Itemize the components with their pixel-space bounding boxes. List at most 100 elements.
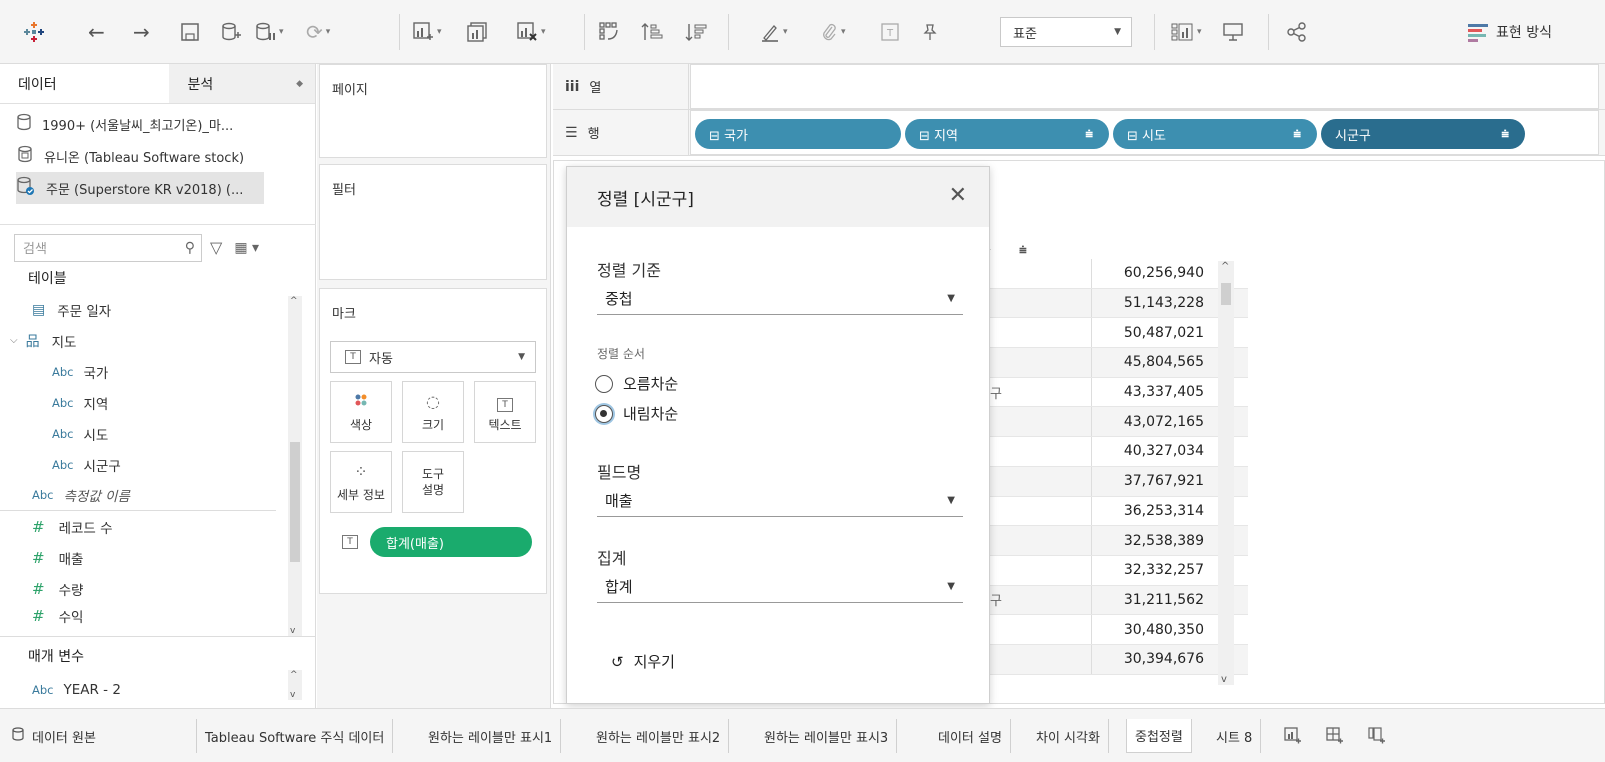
search-input[interactable]: 검색 ⚲ (14, 233, 202, 262)
new-worksheet-icon[interactable]: ▾ (412, 16, 442, 48)
scroll-down-icon[interactable]: v (290, 626, 295, 636)
clear-button[interactable]: ↺ 지우기 (611, 651, 675, 672)
new-dashboard-icon[interactable] (1326, 727, 1344, 749)
table-row[interactable]: 구 30,394,676 (972, 644, 1248, 675)
sort-descending-icon[interactable] (684, 16, 708, 48)
fields-scrollbar[interactable]: ^ v (288, 296, 302, 636)
filters-card[interactable]: 필터 (319, 164, 547, 280)
row-pill-country[interactable]: ⊟ 국가 (695, 119, 901, 149)
table-row[interactable]: 구 32,332,257 (972, 555, 1248, 586)
datasource-item[interactable]: 유니온 (Tableau Software stock) (0, 140, 315, 172)
back-arrow-icon[interactable]: ← (88, 16, 105, 48)
sheet-tab[interactable]: 차이 시각화 (1028, 719, 1109, 753)
sheet-tab-active[interactable]: 중첩정렬 (1126, 719, 1192, 753)
rows-drop-area[interactable]: ⊟ 국가 ⊟ 지역 ⩧ ⊟ 시도 ⩧ 시군구 ⩧ (690, 110, 1599, 155)
field-name-select[interactable]: 매출 ▼ (597, 485, 963, 517)
save-icon[interactable] (180, 16, 200, 48)
scroll-thumb[interactable] (290, 442, 300, 562)
columns-drop-area[interactable] (690, 64, 1599, 109)
scroll-down-icon[interactable]: v (1221, 674, 1227, 685)
highlight-pen-icon[interactable]: ▾ (760, 16, 788, 48)
sheet-tab[interactable]: 시트 8 (1208, 719, 1262, 753)
field-country[interactable]: Abc 국가 (0, 356, 290, 387)
table-row[interactable]: 문구 43,337,405 (972, 377, 1248, 408)
table-row[interactable]: 구 30,480,350 (972, 615, 1248, 645)
row-pill-province[interactable]: ⊟ 시도 ⩧ (1113, 119, 1317, 149)
new-story-icon[interactable] (1368, 727, 1386, 749)
field-sales[interactable]: # 매출 (0, 542, 290, 573)
table-row[interactable]: 구 40,327,034 (972, 437, 1248, 467)
descending-radio[interactable]: 내림차순 (595, 403, 678, 424)
table-row[interactable]: 구 50,487,021 (972, 318, 1248, 349)
pages-card[interactable]: 페이지 (319, 64, 547, 158)
sheet-tab[interactable]: 원하는 레이블만 표시1 (420, 719, 562, 753)
show-me-button[interactable]: 표현 방식 (1468, 18, 1552, 46)
aggregation-select[interactable]: 합계 ▼ (597, 571, 963, 603)
field-district[interactable]: Abc 시군구 (0, 449, 290, 480)
sort-header-icon[interactable]: ⩧ (1019, 243, 1027, 258)
field-profit[interactable]: # 수익 (0, 604, 290, 628)
scroll-thumb[interactable] (1221, 283, 1231, 305)
field-order-date[interactable]: ▤ 주문 일자 (0, 294, 290, 325)
refresh-icon[interactable]: ⟳ ▾ (306, 16, 330, 48)
close-icon[interactable]: ✕ (949, 183, 967, 208)
detail-button[interactable]: ⁘ 세부 정보 (330, 451, 392, 513)
group-paperclip-icon[interactable]: ▾ (820, 16, 846, 48)
parameter-year[interactable]: Abc YEAR - 2 (32, 674, 121, 705)
sheet-tab[interactable]: 원하는 레이블만 표시2 (588, 719, 730, 753)
show-labels-icon[interactable]: T (880, 16, 900, 48)
text-button[interactable]: T 텍스트 (474, 381, 536, 443)
pin-icon[interactable] (920, 16, 940, 48)
duplicate-sheet-icon[interactable] (466, 16, 488, 48)
new-datasource-icon[interactable] (220, 16, 242, 48)
share-icon[interactable] (1286, 16, 1308, 48)
tooltip-button[interactable]: 도구 설명 (402, 451, 464, 513)
swap-rows-columns-icon[interactable] (598, 16, 622, 48)
sheet-tab[interactable]: Tableau Software 주식 데이터 (196, 719, 394, 753)
field-region[interactable]: Abc 지역 (0, 387, 290, 418)
presentation-mode-icon[interactable] (1222, 16, 1244, 48)
forward-arrow-icon[interactable]: → (133, 16, 150, 48)
row-pill-region[interactable]: ⊟ 지역 ⩧ (905, 119, 1109, 149)
sort-ascending-icon[interactable] (640, 16, 664, 48)
table-row[interactable]: 구 45,804,565 (972, 348, 1248, 378)
tab-analytics[interactable]: 분석 ◆ (169, 64, 315, 103)
pause-datasource-icon[interactable]: ▾ (254, 16, 284, 48)
sheet-tab[interactable]: 데이터 설명 (930, 719, 1011, 753)
field-province[interactable]: Abc 시도 (0, 418, 290, 449)
scroll-up-icon[interactable]: ^ (290, 296, 298, 306)
tableau-logo-icon[interactable] (22, 16, 46, 48)
table-row[interactable]: 문구 31,211,562 (972, 585, 1248, 616)
table-scrollbar[interactable]: ^ v (1218, 261, 1234, 685)
view-options-icon[interactable]: ▦ ▾ (234, 240, 259, 256)
tab-data[interactable]: 데이터 (0, 64, 169, 103)
size-button[interactable]: ◌ 크기 (402, 381, 464, 443)
show-cards-icon[interactable]: ▾ (1170, 16, 1202, 48)
table-row[interactable]: 구 51,143,228 (972, 288, 1248, 319)
field-quantity[interactable]: # 수량 (0, 573, 290, 604)
table-row[interactable]: 32,538,389 (972, 526, 1248, 556)
field-measure-names[interactable]: Abc 측정값 이름 (0, 480, 276, 511)
sort-by-select[interactable]: 중첩 ▼ (597, 283, 963, 315)
mark-type-select[interactable]: T 자동 ▼ (330, 341, 536, 373)
datasource-item[interactable]: 1990+ (서울날씨_최고기온)_마... (0, 108, 315, 140)
scroll-up-icon[interactable]: ^ (290, 670, 298, 680)
color-button[interactable]: 색상 (330, 381, 392, 443)
fit-select[interactable]: 표준 ▼ (1000, 17, 1132, 47)
table-row[interactable]: 구 36,253,314 (972, 496, 1248, 527)
filter-icon[interactable]: ▽ (210, 238, 222, 257)
ascending-radio[interactable]: 오름차순 (595, 373, 678, 394)
table-row[interactable]: 구 43,072,165 (972, 407, 1248, 438)
clear-sheet-icon[interactable]: ▾ (516, 16, 546, 48)
field-map-hierarchy[interactable]: ⌵ 品 지도 (0, 325, 290, 356)
new-worksheet-icon[interactable] (1284, 727, 1302, 749)
table-row[interactable]: 구 37,767,921 (972, 466, 1248, 497)
sheet-tab[interactable]: 원하는 레이블만 표시3 (756, 719, 898, 753)
datasource-tab[interactable]: 데이터 원본 (4, 719, 104, 753)
field-record-count[interactable]: # 레코드 수 (0, 511, 290, 542)
datasource-item-selected[interactable]: 주문 (Superstore KR v2018) (... (16, 172, 264, 204)
params-scrollbar[interactable]: ^ v (288, 670, 302, 700)
table-row[interactable]: 구 60,256,940 (972, 259, 1248, 289)
scroll-down-icon[interactable]: v (290, 690, 295, 700)
sum-sales-pill[interactable]: 합계(매출) (370, 527, 532, 557)
